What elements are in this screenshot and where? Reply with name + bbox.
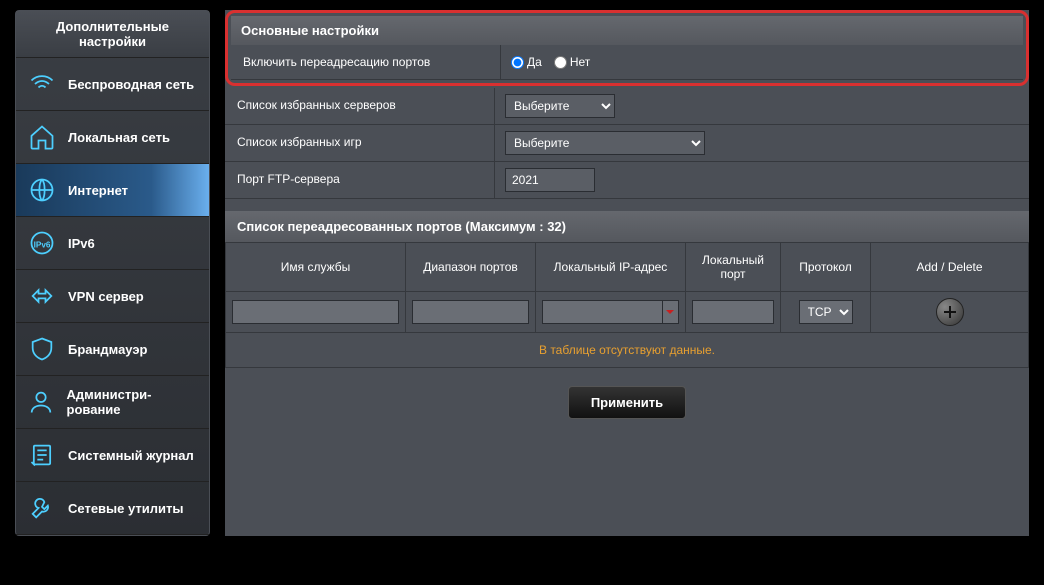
- sidebar-item-label: Локальная сеть: [68, 130, 170, 145]
- apply-button[interactable]: Применить: [568, 386, 686, 419]
- radio-yes-text: Да: [527, 55, 542, 69]
- shield-icon: [26, 333, 58, 365]
- row-enable-forwarding: Включить переадресацию портов Да Нет: [231, 45, 1023, 80]
- globe-icon: [26, 174, 58, 206]
- sidebar-item-admin[interactable]: Администри-рование: [16, 376, 209, 429]
- sidebar-item-wan[interactable]: Интернет: [16, 164, 209, 217]
- plus-icon: [942, 304, 958, 320]
- radio-no-label[interactable]: Нет: [554, 55, 590, 69]
- local-ip-dropdown[interactable]: [662, 300, 679, 324]
- sidebar: Дополнительные настройки Беспроводная се…: [15, 10, 210, 536]
- sidebar-item-label: VPN сервер: [68, 289, 144, 304]
- user-icon: [26, 386, 57, 418]
- vpn-icon: [26, 280, 58, 312]
- fav-servers-select[interactable]: Выберите: [505, 94, 615, 118]
- col-action: Add / Delete: [871, 243, 1029, 292]
- sidebar-item-label: Беспроводная сеть: [68, 77, 194, 92]
- radio-yes-label[interactable]: Да: [511, 55, 542, 69]
- highlight-box: Основные настройки Включить переадресаци…: [225, 10, 1029, 86]
- radio-no-text: Нет: [570, 55, 590, 69]
- sidebar-item-label: Интернет: [68, 183, 128, 198]
- sidebar-item-label: IPv6: [68, 236, 95, 251]
- sidebar-item-lan[interactable]: Локальная сеть: [16, 111, 209, 164]
- row-fav-servers: Список избранных серверов Выберите: [225, 88, 1029, 125]
- sidebar-item-firewall[interactable]: Брандмауэр: [16, 323, 209, 376]
- sidebar-item-label: Системный журнал: [68, 448, 194, 463]
- enable-forwarding-label: Включить переадресацию портов: [231, 45, 501, 79]
- log-icon: [26, 439, 58, 471]
- enable-forwarding-radio-group: Да Нет: [511, 55, 590, 69]
- sidebar-item-syslog[interactable]: Системный журнал: [16, 429, 209, 482]
- chevron-down-icon: [665, 307, 675, 317]
- empty-row: В таблице отсутствуют данные.: [226, 333, 1029, 368]
- sidebar-header: Дополнительные настройки: [16, 11, 209, 58]
- empty-message: В таблице отсутствуют данные.: [226, 333, 1029, 368]
- local-port-input[interactable]: [692, 300, 774, 324]
- sidebar-item-nettools[interactable]: Сетевые утилиты: [16, 482, 209, 535]
- svg-text:IPv6: IPv6: [34, 241, 51, 250]
- tools-icon: [26, 492, 58, 524]
- sidebar-item-label: Сетевые утилиты: [68, 501, 183, 516]
- col-local-ip: Локальный IP-адрес: [536, 243, 686, 292]
- port-table: Имя службы Диапазон портов Локальный IP-…: [225, 242, 1029, 368]
- ipv6-icon: IPv6: [26, 227, 58, 259]
- row-ftp-port: Порт FTP-сервера: [225, 162, 1029, 199]
- add-button[interactable]: [936, 298, 964, 326]
- sidebar-item-wireless[interactable]: Беспроводная сеть: [16, 58, 209, 111]
- col-local-port: Локальный порт: [686, 243, 781, 292]
- wifi-icon: [26, 68, 58, 100]
- port-range-input[interactable]: [412, 300, 529, 324]
- home-icon: [26, 121, 58, 153]
- local-ip-input[interactable]: [542, 300, 662, 324]
- col-protocol: Протокол: [781, 243, 871, 292]
- fav-servers-label: Список избранных серверов: [225, 88, 495, 124]
- ftp-port-label: Порт FTP-сервера: [225, 162, 495, 198]
- sidebar-item-ipv6[interactable]: IPv6 IPv6: [16, 217, 209, 270]
- ftp-port-input[interactable]: [505, 168, 595, 192]
- portlist-header: Список переадресованных портов (Максимум…: [225, 211, 1029, 242]
- sidebar-item-vpn[interactable]: VPN сервер: [16, 270, 209, 323]
- col-service: Имя службы: [226, 243, 406, 292]
- radio-no[interactable]: [554, 56, 567, 69]
- port-input-row: TCP: [226, 292, 1029, 333]
- col-range: Диапазон портов: [406, 243, 536, 292]
- radio-yes[interactable]: [511, 56, 524, 69]
- row-fav-games: Список избранных игр Выберите: [225, 125, 1029, 162]
- apply-row: Применить: [225, 368, 1029, 437]
- service-name-input[interactable]: [232, 300, 399, 324]
- sidebar-item-label: Брандмауэр: [68, 342, 147, 357]
- protocol-select[interactable]: TCP: [799, 300, 853, 324]
- basic-settings-header: Основные настройки: [231, 16, 1023, 45]
- main-content: Основные настройки Включить переадресаци…: [225, 10, 1029, 536]
- fav-games-label: Список избранных игр: [225, 125, 495, 161]
- fav-games-select[interactable]: Выберите: [505, 131, 705, 155]
- sidebar-item-label: Администри-рование: [67, 387, 199, 417]
